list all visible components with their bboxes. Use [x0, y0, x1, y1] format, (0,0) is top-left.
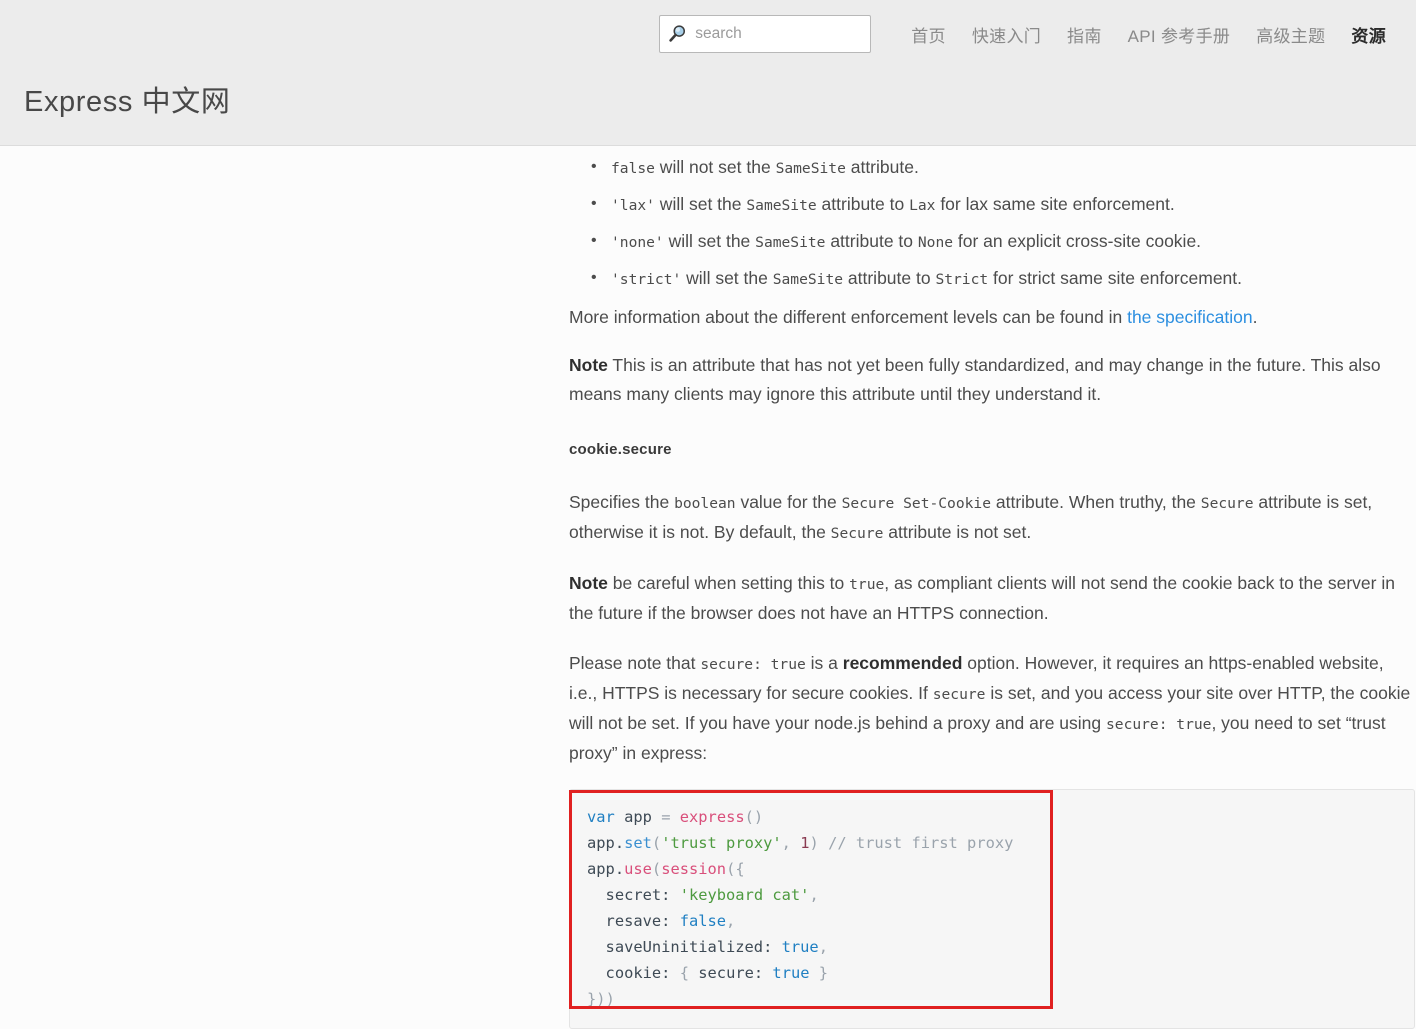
inline-code: Secure [1200, 495, 1254, 512]
inline-code: true [849, 576, 885, 593]
search-input[interactable] [695, 25, 863, 43]
note-label: Note [569, 355, 608, 375]
inline-code: Secure [830, 525, 884, 542]
paragraph-text: . [1252, 307, 1258, 327]
specifies-paragraph: Specifies the boolean value for the Secu… [569, 488, 1416, 548]
inline-code: Secure Set-Cookie [841, 495, 991, 512]
list-item-text: will set the [654, 194, 747, 214]
paragraph-text: More information about the different enf… [569, 307, 1128, 327]
paragraph-text: Specifies the [569, 492, 675, 512]
list-item-text: will set the [681, 268, 773, 288]
search-icon [669, 25, 686, 42]
list-item-text: for an explicit cross-site cookie. [953, 231, 1202, 251]
list-item: 'lax' will set the SameSite attribute to… [591, 189, 1416, 221]
nav-item-api-reference[interactable]: API 参考手册 [1128, 22, 1231, 47]
inline-code: SameSite [746, 197, 817, 214]
nav-item-home[interactable]: 首页 [911, 22, 946, 47]
paragraph-text: attribute. When truthy, the [991, 492, 1201, 512]
please-note-paragraph: Please note that secure: true is a recom… [569, 649, 1416, 768]
inline-code: Strict [935, 271, 989, 288]
inline-code: boolean [674, 495, 736, 512]
emphasis-recommended: recommended [842, 653, 963, 673]
list-item-text: attribute to [843, 268, 936, 288]
nav-item-guide[interactable]: 指南 [1067, 22, 1102, 47]
inline-code: SameSite [755, 234, 826, 251]
inline-code: Lax [909, 197, 936, 214]
content-area: false will not set the SameSite attribut… [0, 146, 1416, 1029]
documentation-body: false will not set the SameSite attribut… [569, 152, 1416, 1029]
section-heading-cookie-secure: cookie.secure [569, 441, 672, 458]
site-brand[interactable]: Express 中文网 [24, 88, 230, 117]
paragraph-text: , you need to set [1211, 713, 1346, 733]
inline-code: SameSite [772, 271, 844, 288]
site-header: 首页 快速入门 指南 API 参考手册 高级主题 资源 Express 中文网 [0, 0, 1416, 146]
list-item: false will not set the SameSite attribut… [591, 152, 1416, 184]
paragraph-text: in express: [617, 743, 708, 763]
inline-code: None [917, 234, 954, 251]
list-item: 'none' will set the SameSite attribute t… [591, 226, 1416, 258]
search-box[interactable] [659, 15, 872, 53]
samesite-values-list: false will not set the SameSite attribut… [569, 152, 1416, 295]
paragraph-text: Please note that [569, 653, 701, 673]
note-paragraph-standardization: Note This is an attribute that has not y… [569, 351, 1416, 409]
nav-item-advanced-topics[interactable]: 高级主题 [1256, 22, 1325, 47]
inline-code: secure: true [700, 656, 806, 673]
inline-code: 'strict' [611, 271, 682, 288]
inline-code: 'none' [611, 234, 664, 251]
list-item-text: for strict same site enforcement. [988, 268, 1243, 288]
inline-code: secure: true [1106, 716, 1212, 733]
list-item-text: attribute to [825, 231, 918, 251]
main-nav: 首页 快速入门 指南 API 参考手册 高级主题 资源 [911, 22, 1400, 47]
paragraph-text: value for the [735, 492, 842, 512]
header-top-bar: 首页 快速入门 指南 API 参考手册 高级主题 资源 [0, 0, 1416, 56]
list-item-text: attribute to [816, 194, 910, 214]
inline-code: false [611, 160, 655, 177]
list-item-text: will not set the [654, 157, 776, 177]
list-item-text: attribute. [845, 157, 919, 177]
code-block-wrapper: var app = express() app.set('trust proxy… [569, 789, 1415, 1029]
list-item-text: will set the [663, 231, 756, 251]
nav-item-quickstart[interactable]: 快速入门 [972, 22, 1041, 47]
paragraph-text: is a [805, 653, 843, 673]
specification-link[interactable]: the specification [1127, 307, 1253, 327]
paragraph-text: be careful when setting this to [607, 573, 850, 593]
list-item-text: for lax same site enforcement. [935, 194, 1175, 214]
paragraph-text: attribute is not set. [883, 522, 1032, 542]
note-paragraph-https: Note be careful when setting this to tru… [569, 569, 1416, 628]
inline-code: secure [932, 686, 986, 703]
list-item: 'strict' will set the SameSite attribute… [591, 263, 1416, 295]
nav-item-resources[interactable]: 资源 [1351, 22, 1386, 47]
paragraph-text: This is an attribute that has not yet be… [569, 355, 1381, 404]
code-sample[interactable]: var app = express() app.set('trust proxy… [569, 789, 1415, 1029]
note-label: Note [569, 573, 608, 593]
specification-paragraph: More information about the different enf… [569, 303, 1416, 332]
inline-code: 'lax' [611, 197, 655, 214]
inline-code: SameSite [775, 160, 846, 177]
